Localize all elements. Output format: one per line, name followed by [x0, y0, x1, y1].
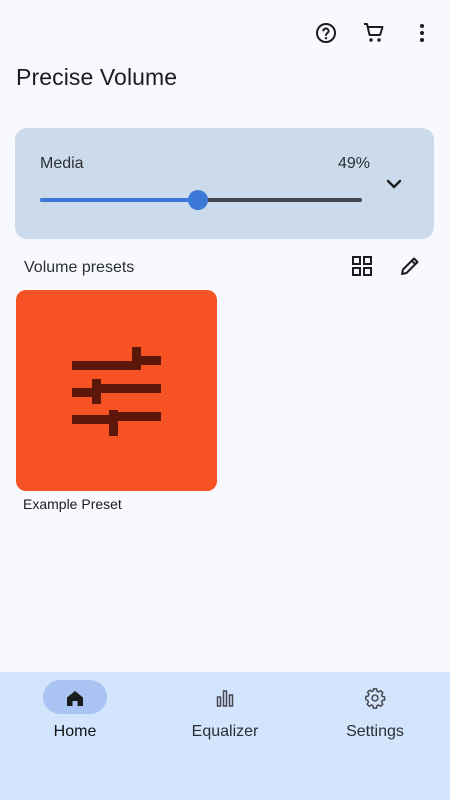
- nav-item-equalizer[interactable]: Equalizer: [150, 672, 300, 800]
- bottom-navigation-bar: Home Equalizer Settings: [0, 672, 450, 800]
- nav-label-settings: Settings: [346, 723, 404, 740]
- more-vert-icon[interactable]: [409, 20, 435, 46]
- home-icon: [64, 687, 86, 709]
- volume-slider-fill: [40, 198, 198, 202]
- preset-tile-example[interactable]: [16, 290, 217, 491]
- help-icon[interactable]: [313, 20, 339, 46]
- nav-item-settings[interactable]: Settings: [300, 672, 450, 800]
- volume-slider[interactable]: [40, 190, 362, 210]
- page-title: Precise Volume: [16, 64, 178, 90]
- edit-pencil-icon[interactable]: [399, 255, 421, 277]
- chevron-down-icon[interactable]: [384, 174, 404, 194]
- volume-percent: 49%: [337, 155, 370, 172]
- top-app-bar: [0, 0, 450, 64]
- tune-sliders-icon: [72, 347, 161, 436]
- volume-channel-label: Media: [40, 155, 84, 172]
- nav-label-equalizer: Equalizer: [191, 723, 259, 740]
- preset-name: Example Preset: [23, 496, 122, 512]
- shopping-cart-icon[interactable]: [361, 20, 387, 46]
- grid-view-icon[interactable]: [351, 255, 373, 277]
- gear-icon: [364, 687, 386, 709]
- equalizer-icon: [214, 687, 236, 709]
- nav-label-home: Home: [53, 723, 97, 740]
- media-volume-card: Media 49%: [15, 128, 434, 239]
- nav-item-home[interactable]: Home: [0, 672, 150, 800]
- volume-slider-thumb[interactable]: [187, 190, 208, 210]
- presets-section-title: Volume presets: [24, 259, 135, 276]
